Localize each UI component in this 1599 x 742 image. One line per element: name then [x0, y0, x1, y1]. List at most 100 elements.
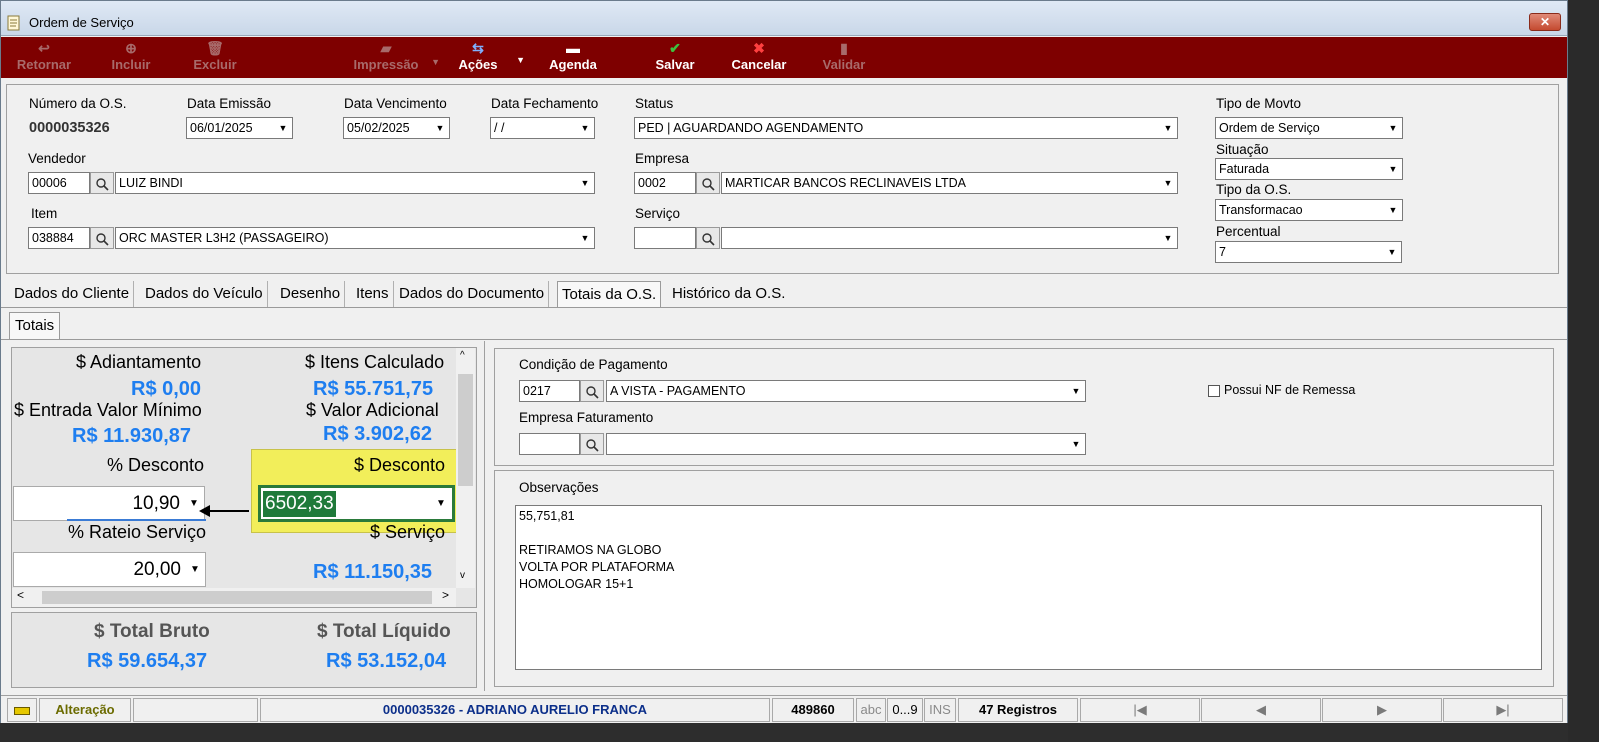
pct-desconto-field[interactable]: 10,90 ▼: [13, 486, 205, 521]
salvar-label: Salvar: [655, 57, 695, 72]
document-icon: [7, 15, 20, 31]
chevron-down-icon[interactable]: ▼: [576, 118, 594, 138]
chevron-left-icon[interactable]: <: [17, 588, 24, 602]
search-icon: [96, 177, 109, 191]
condicao-name-select[interactable]: A VISTA - PAGAMENTO ▼: [606, 380, 1086, 402]
tab-dados-cliente[interactable]: Dados do Cliente: [10, 281, 135, 307]
tipo-movto-select[interactable]: Ordem de Serviço ▼: [1215, 117, 1403, 139]
chevron-down-icon[interactable]: ▼: [1067, 381, 1085, 401]
total-liquido-label: $ Total Líquido: [317, 621, 451, 642]
incluir-button[interactable]: ⊕ Incluir: [105, 37, 157, 78]
percentual-label: Percentual: [1216, 224, 1281, 239]
cancelar-button[interactable]: ✖ Cancelar: [728, 37, 790, 78]
tab-dados-veiculo[interactable]: Dados do Veículo: [141, 281, 268, 307]
status-bar: Alteração 0000035326 - ADRIANO AURELIO F…: [1, 695, 1567, 723]
tab-dados-documento[interactable]: Dados do Documento: [395, 281, 550, 307]
acoes-button[interactable]: ⇆ Ações ▼: [455, 37, 525, 78]
status-select[interactable]: PED | AGUARDANDO AGENDAMENTO ▼: [634, 117, 1178, 139]
chevron-down-icon[interactable]: ▼: [432, 488, 450, 519]
tab-totais[interactable]: Totais: [9, 312, 61, 339]
chevron-down-icon[interactable]: ▼: [274, 118, 292, 138]
item-search-button[interactable]: [90, 227, 114, 249]
chevron-down-icon[interactable]: ▼: [516, 55, 525, 65]
chevron-down-icon[interactable]: ▼: [576, 228, 594, 248]
agenda-button[interactable]: ▬ Agenda: [544, 37, 602, 78]
total-liquido-value: R$ 53.152,04: [326, 650, 447, 672]
empresa-code-input[interactable]: 0002: [634, 172, 696, 194]
horizontal-scrollbar[interactable]: < >: [12, 588, 456, 607]
empresa-fat-code-input[interactable]: [519, 433, 580, 455]
chevron-down-icon[interactable]: v: [460, 570, 465, 581]
toolbar: ↩ Retornar ⊕ Incluir 🗑 Excluir ▰ Impress…: [1, 37, 1567, 78]
rateio-servico-field[interactable]: 20,00 ▼: [13, 552, 206, 587]
acoes-label: Ações: [458, 57, 498, 72]
validar-button[interactable]: ▮ Validar: [819, 37, 869, 78]
chevron-down-icon[interactable]: ▼: [576, 173, 594, 193]
last-record-button[interactable]: ▶|: [1443, 698, 1563, 722]
vendedor-search-button[interactable]: [90, 172, 114, 194]
excluir-button[interactable]: 🗑 Excluir: [189, 37, 241, 78]
entrada-valor-minimo-label: $ Entrada Valor Mínimo: [14, 400, 202, 420]
vendedor-name-select[interactable]: LUIZ BINDI ▼: [115, 172, 595, 194]
chevron-down-icon[interactable]: ▼: [1159, 118, 1177, 138]
title-bar: Ordem de Serviço ✕: [1, 1, 1567, 36]
empresa-name-select[interactable]: MARTICAR BANCOS RECLINAVEIS LTDA ▼: [721, 172, 1178, 194]
retornar-button[interactable]: ↩ Retornar: [11, 37, 77, 78]
vendedor-label: Vendedor: [28, 151, 86, 166]
validar-label: Validar: [822, 57, 866, 72]
next-record-button[interactable]: ▶: [1322, 698, 1442, 722]
percentual-select[interactable]: 7 ▼: [1215, 241, 1402, 263]
empresa-fat-search-button[interactable]: [580, 433, 604, 455]
chevron-down-icon[interactable]: ▼: [1384, 200, 1402, 220]
tab-totais-os[interactable]: Totais da O.S.: [557, 281, 662, 307]
data-emissao-label: Data Emissão: [187, 96, 272, 111]
impressao-button[interactable]: ▰ Impressão ▼: [346, 37, 440, 78]
desktop-bottom: [0, 723, 1599, 742]
impressao-label: Impressão: [353, 57, 419, 72]
search-icon: [586, 438, 599, 452]
condicao-code-input[interactable]: 0217: [519, 380, 580, 402]
servico-search-button[interactable]: [696, 227, 720, 249]
empresa-search-button[interactable]: [696, 172, 720, 194]
chevron-down-icon[interactable]: ▼: [1159, 173, 1177, 193]
nf-remessa-checkbox[interactable]: [1208, 385, 1220, 397]
tab-itens[interactable]: Itens: [352, 281, 394, 307]
vendedor-code-input[interactable]: 00006: [28, 172, 90, 194]
desconto-field[interactable]: 6502,33 ▼: [258, 485, 455, 522]
first-record-button[interactable]: |◀: [1080, 698, 1200, 722]
chevron-down-icon[interactable]: ▼: [1159, 228, 1177, 248]
data-fechamento-field[interactable]: / / ▼: [490, 117, 595, 139]
observacoes-textarea[interactable]: 55,751,81 RETIRAMOS NA GLOBO VOLTA POR P…: [515, 505, 1542, 670]
tipo-os-select[interactable]: Transformacao ▼: [1215, 199, 1403, 221]
book-icon: ▬: [566, 40, 580, 56]
item-code-input[interactable]: 038884: [28, 227, 90, 249]
chevron-down-icon[interactable]: ▼: [187, 553, 203, 586]
chevron-right-icon[interactable]: >: [442, 588, 449, 602]
tab-historico-os[interactable]: Histórico da O.S.: [668, 281, 789, 307]
servico-code-input[interactable]: [634, 227, 696, 249]
item-name-select[interactable]: ORC MASTER L3H2 (PASSAGEIRO) ▼: [115, 227, 595, 249]
chevron-up-icon[interactable]: ^: [460, 350, 465, 361]
situacao-select[interactable]: Faturada ▼: [1215, 158, 1403, 180]
chevron-down-icon[interactable]: ▼: [1384, 159, 1402, 179]
prev-record-button[interactable]: ◀: [1201, 698, 1321, 722]
tab-desenho[interactable]: Desenho: [276, 281, 346, 307]
data-vencimento-field[interactable]: 05/02/2025 ▼: [343, 117, 450, 139]
empresa-fat-name-select[interactable]: ▼: [606, 433, 1086, 455]
vertical-scrollbar[interactable]: ^ v: [456, 348, 475, 588]
x-icon: ✖: [753, 40, 765, 56]
salvar-button[interactable]: ✔ Salvar: [650, 37, 700, 78]
chevron-down-icon[interactable]: ▼: [431, 118, 449, 138]
data-emissao-field[interactable]: 06/01/2025 ▼: [186, 117, 293, 139]
empresa-label: Empresa: [635, 151, 690, 166]
chevron-down-icon[interactable]: ▼: [1067, 434, 1085, 454]
condicao-search-button[interactable]: [580, 380, 604, 402]
chevron-down-icon[interactable]: ▼: [431, 57, 440, 67]
close-button[interactable]: ✕: [1529, 13, 1561, 31]
scroll-thumb[interactable]: [42, 591, 432, 604]
chevron-down-icon[interactable]: ▼: [1383, 242, 1401, 262]
chevron-down-icon[interactable]: ▼: [1384, 118, 1402, 138]
servico-name-select[interactable]: ▼: [721, 227, 1178, 249]
panel-splitter[interactable]: [484, 341, 485, 691]
scroll-thumb[interactable]: [458, 374, 473, 486]
